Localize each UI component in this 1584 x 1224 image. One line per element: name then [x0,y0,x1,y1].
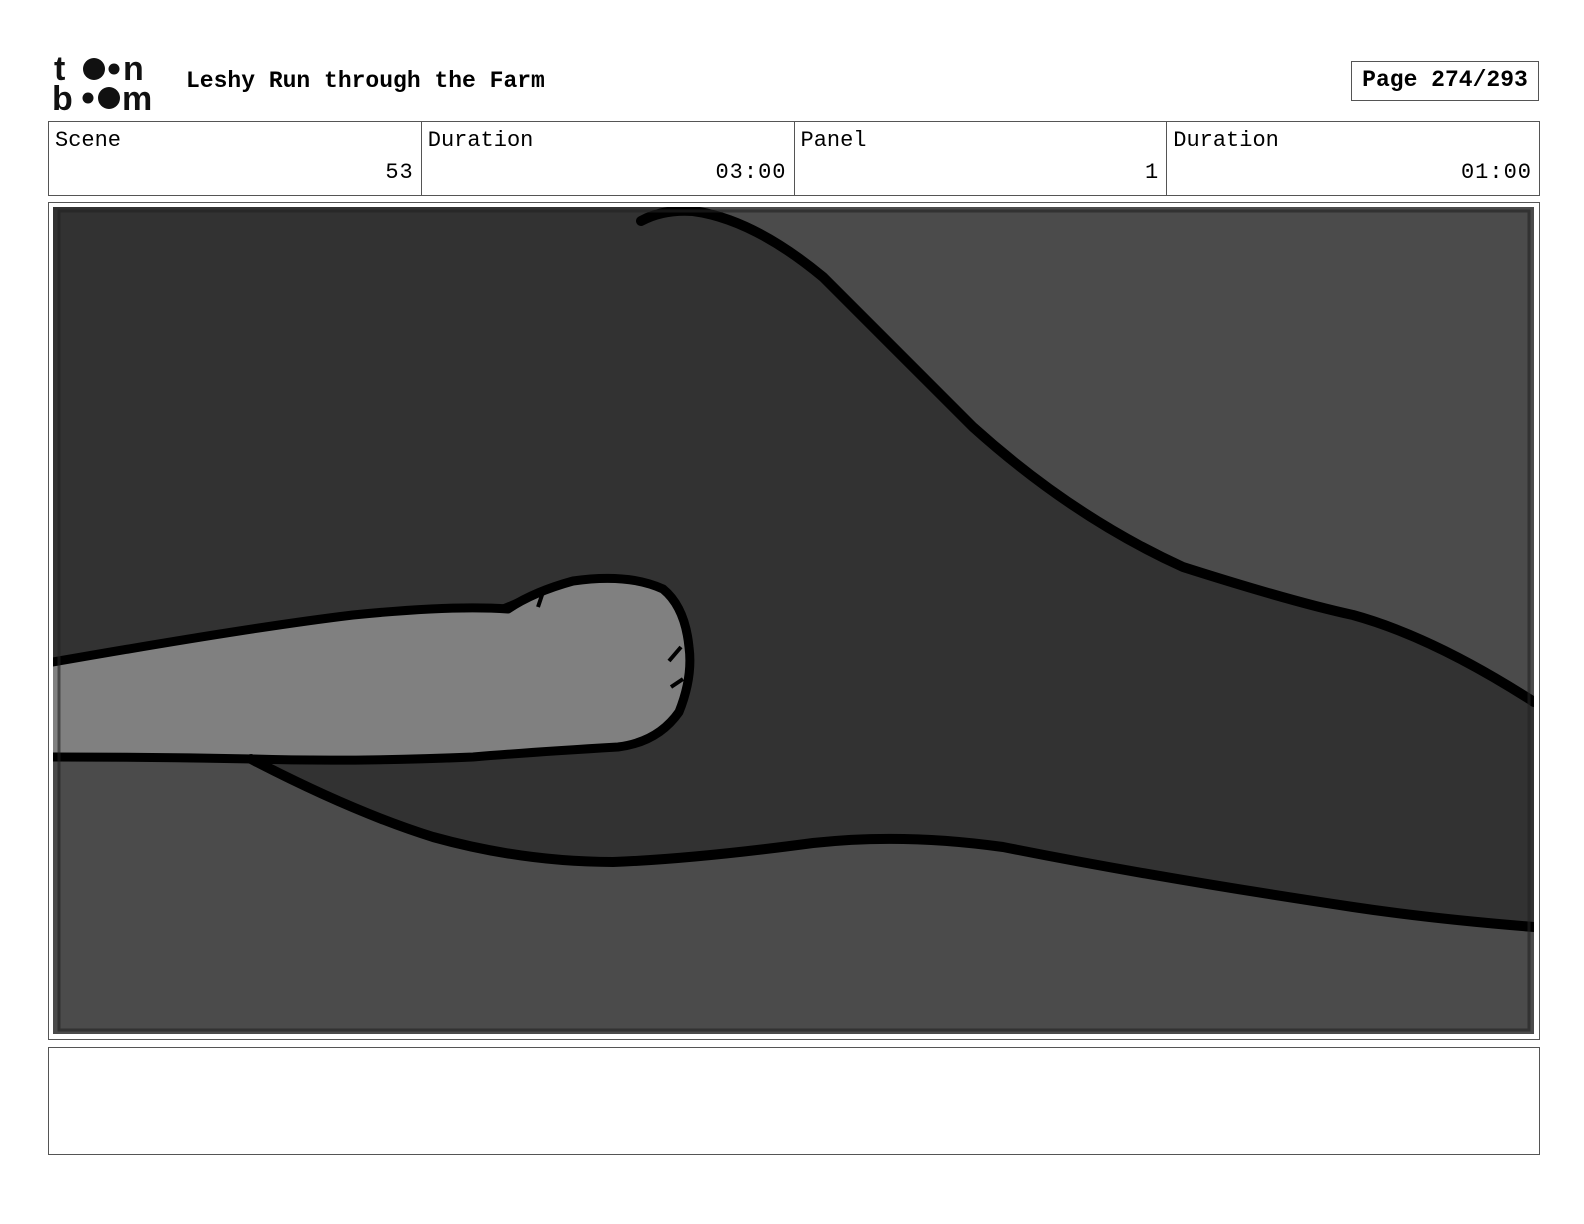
panel-duration-label: Duration [1173,128,1279,153]
scene-cell: Scene 53 [49,122,422,195]
scene-info-table: Scene 53 Duration 03:00 Panel 1 Duration… [48,121,1540,196]
panel-value: 1 [1145,160,1160,185]
panel-duration-value: 01:00 [1460,160,1532,185]
svg-text:b: b [52,80,73,114]
scene-duration-value: 03:00 [715,160,787,185]
scene-label: Scene [55,128,122,153]
panel-frame [48,202,1540,1040]
panel-duration-cell: Duration 01:00 [1167,122,1539,195]
svg-text:m: m [122,80,152,114]
panel-cell: Panel 1 [795,122,1168,195]
scene-duration-label: Duration [427,128,534,153]
page-indicator: Page 274/293 [1351,61,1539,101]
document-title: Leshy Run through the Farm [186,68,545,94]
toon-boom-logo: t n b m [52,50,152,114]
scene-duration-cell: Duration 03:00 [422,122,795,195]
scene-value: 53 [385,160,414,185]
panel-notes-box [48,1047,1540,1155]
panel-drawing [53,207,1534,1034]
panel-label: Panel [800,128,867,153]
